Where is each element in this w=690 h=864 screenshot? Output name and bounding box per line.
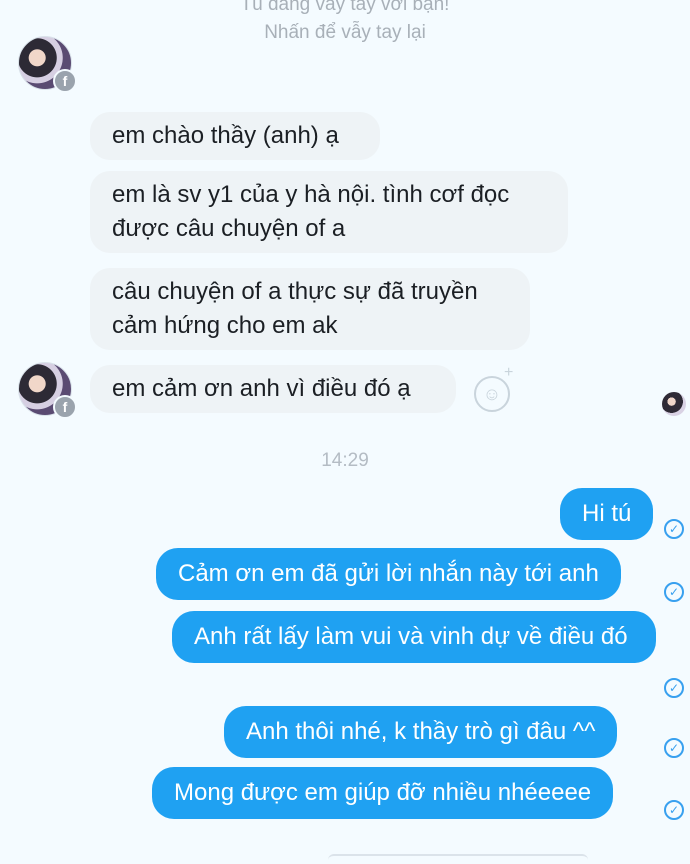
outgoing-message[interactable]: Mong được em giúp đỡ nhiều nhéeeee (152, 767, 614, 819)
facebook-icon: f (53, 69, 77, 93)
check-circle-icon: ✓ (664, 738, 684, 758)
seen-avatar (662, 392, 686, 416)
incoming-message[interactable]: em cảm ơn anh vì điều đó ạ (90, 365, 456, 413)
check-circle-icon: ✓ (664, 582, 684, 602)
wave-back-link[interactable]: Nhấn để vẫy tay lại (0, 22, 690, 44)
timestamp: 14:29 (321, 450, 369, 471)
outgoing-message[interactable]: Anh rất lấy làm vui và vinh dự về điều đ… (172, 611, 656, 663)
check-circle-icon: ✓ (664, 678, 684, 698)
incoming-message[interactable]: em chào thầy (anh) ạ (90, 112, 380, 160)
check-circle-icon: ✓ (664, 800, 684, 820)
facebook-icon: f (53, 395, 77, 419)
outgoing-message[interactable]: Cảm ơn em đã gửi lời nhắn này tới anh (156, 548, 621, 600)
sender-avatar[interactable]: f (18, 362, 77, 419)
check-circle-icon: ✓ (664, 519, 684, 539)
incoming-message[interactable]: em là sv y1 của y hà nội. tình cơf đọc đ… (90, 171, 568, 253)
add-reaction-icon: + (504, 364, 514, 381)
outgoing-message[interactable]: Hi tú (560, 488, 654, 540)
sender-avatar[interactable]: f (18, 36, 77, 93)
wave-status-text: Tú đang vẫy tay với bạn! (240, 0, 450, 15)
incoming-message[interactable]: câu chuyện of a thực sự đã truyền cảm hứ… (90, 268, 530, 350)
composer-edge (328, 854, 588, 864)
outgoing-message[interactable]: Anh thôi nhé, k thầy trò gì đâu ^^ (224, 706, 618, 758)
